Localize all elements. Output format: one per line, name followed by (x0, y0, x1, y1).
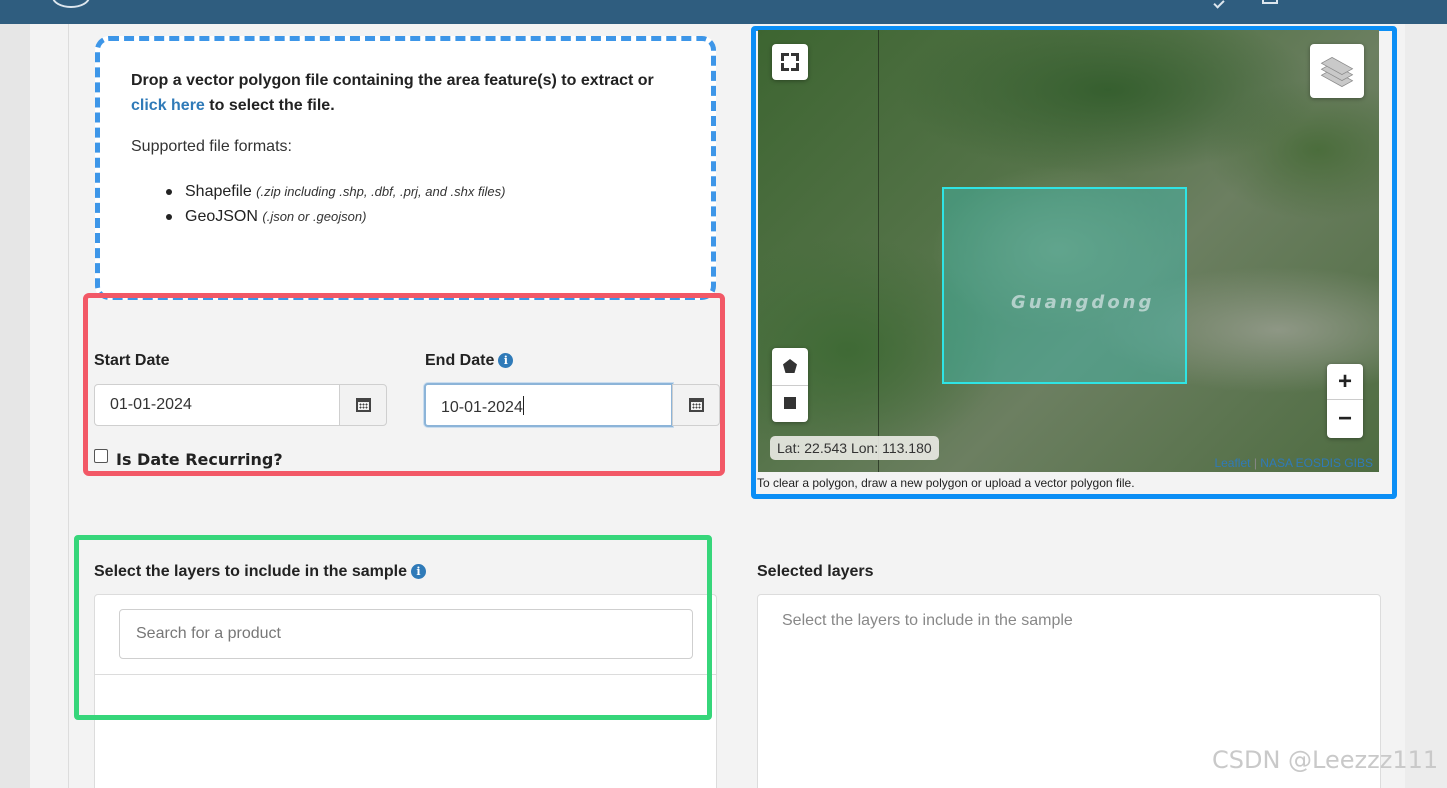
gibs-link[interactable]: NASA EOSDIS GIBS (1260, 456, 1373, 470)
end-date-label-text: End Date (425, 352, 495, 369)
selected-layers-placeholder: Select the layers to include in the samp… (782, 612, 1073, 629)
recurring-checkbox[interactable] (94, 449, 108, 463)
map-grid-line (878, 30, 879, 472)
draw-rectangle-icon[interactable] (784, 397, 796, 409)
end-date-value: 10-01-2024 (441, 399, 523, 416)
leaflet-link[interactable]: Leaflet (1214, 456, 1250, 470)
calendar-icon (356, 398, 371, 412)
list-item: GeoJSON (.json or .geojson) (151, 204, 505, 229)
divider (68, 24, 69, 788)
formats-label: Supported file formats: (131, 138, 292, 155)
zoom-out-button[interactable]: − (1327, 401, 1363, 437)
map-attribution: Leaflet | NASA EOSDIS GIBS (1214, 456, 1373, 470)
page-gutter (1405, 24, 1447, 788)
zoom-control: + − (1327, 364, 1363, 438)
selected-layers-label: Selected layers (757, 563, 874, 580)
map-region-label: Guangdong (1011, 292, 1155, 313)
list-item: Shapefile (.zip including .shp, .dbf, .p… (151, 179, 505, 204)
nav-icon[interactable] (1262, 0, 1278, 4)
end-date-calendar-button[interactable] (672, 384, 720, 426)
start-date-calendar-button[interactable] (339, 384, 387, 426)
file-dropzone[interactable]: Drop a vector polygon file containing th… (95, 36, 716, 300)
map-note: To clear a polygon, draw a new polygon o… (757, 476, 1135, 490)
format-detail: (.json or .geojson) (262, 209, 367, 224)
start-date-label: Start Date (94, 352, 170, 369)
satellite-map[interactable]: Guangdong + − Lat: 22.543 Lon: 113.180 L… (758, 30, 1379, 472)
calendar-icon (689, 398, 704, 412)
page-gutter (0, 24, 30, 788)
layers-button[interactable] (1310, 44, 1364, 98)
format-name: GeoJSON (185, 208, 258, 225)
instruction-text: Drop a vector polygon file containing th… (131, 72, 654, 89)
layers-highlight-box (74, 535, 712, 720)
dropzone-instruction: Drop a vector polygon file containing th… (131, 68, 691, 118)
zoom-in-button[interactable]: + (1327, 364, 1363, 400)
start-date-input[interactable]: 01-01-2024 (94, 384, 340, 426)
divider (772, 385, 808, 386)
text-cursor (522, 396, 524, 415)
area-of-interest-rectangle[interactable] (942, 187, 1187, 384)
recurring-label: Is Date Recurring? (116, 450, 283, 469)
instruction-text: to select the file. (204, 97, 335, 114)
top-navbar (0, 0, 1447, 24)
watermark: CSDN @Leezzz111 (1212, 746, 1439, 774)
format-name: Shapefile (185, 183, 252, 200)
click-here-link[interactable]: click here (131, 97, 205, 114)
formats-list: Shapefile (.zip including .shp, .dbf, .p… (151, 179, 505, 229)
logo-icon[interactable] (52, 0, 90, 8)
coordinate-readout: Lat: 22.543 Lon: 113.180 (770, 436, 939, 460)
nav-icon[interactable] (1213, 0, 1225, 9)
end-date-label: End Date i (425, 352, 514, 370)
draw-polygon-icon[interactable] (783, 359, 797, 373)
attribution-separator: | (1253, 456, 1257, 470)
fullscreen-button[interactable] (772, 44, 808, 80)
format-detail: (.zip including .shp, .dbf, .prj, and .s… (256, 184, 506, 199)
end-date-input[interactable]: 10-01-2024 (424, 383, 673, 427)
info-icon[interactable]: i (498, 353, 514, 368)
draw-toolbar (772, 348, 808, 422)
